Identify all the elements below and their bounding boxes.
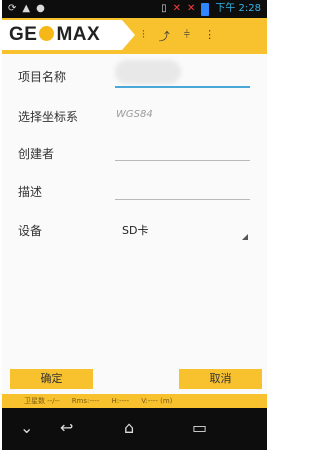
ok-button[interactable]: 确定 [10,369,93,389]
no-sim-icon: ✕ [172,3,181,14]
description-input[interactable] [115,199,250,200]
device-select[interactable]: SD卡 [122,222,148,238]
tool-2-icon[interactable]: ⤴ [159,28,170,44]
tool-4-icon[interactable]: ⋮ [204,28,215,44]
project-name-label: 项目名称 [18,70,67,84]
gnss-status-strip: 卫星数 --/-- Rms:---- H:---- V:---- (m) [2,394,267,408]
tool-3-icon[interactable]: ⫩ [184,28,190,44]
sync-icon: ⟳ [8,3,17,14]
h-value: H:---- [111,397,130,405]
battery-icon [201,2,210,16]
status-time: 下午 2:28 [215,3,261,14]
project-name-underline [115,86,250,88]
logo-text-left: GE [9,24,38,45]
chat-icon: ● [36,3,45,14]
status-bar: ⟳ ▲ ● ▯ ✕ ✕ 下午 2:28 [2,0,267,18]
app-frame: ⟳ ▲ ● ▯ ✕ ✕ 下午 2:28 GE MAX ⫶ ⤴ ⫩ ⋮ 项目名称 选… [2,0,267,450]
no-signal-icon: ✕ [186,3,196,14]
description-label: 描述 [18,185,43,199]
app-header: GE MAX ⫶ ⤴ ⫩ ⋮ [2,18,267,54]
coord-system-label: 选择坐标系 [18,110,79,124]
project-name-input[interactable] [115,60,181,84]
rms-value: Rms:---- [71,397,100,405]
satellite-count: 卫星数 --/-- [24,397,60,405]
tool-1-icon[interactable]: ⫶ [142,28,145,44]
logo-dot [39,26,55,41]
back-icon[interactable]: ↩ [60,418,73,437]
nav-bar: ⌄ ↩ ⌂ ▭ [2,408,267,450]
dropdown-arrow-icon[interactable] [242,234,248,240]
home-icon[interactable]: ⌂ [124,418,134,437]
cancel-button[interactable]: 取消 [179,369,262,389]
warning-icon: ▲ [22,3,31,14]
v-value: V:---- (m) [141,397,173,405]
geomax-logo: GE MAX [9,24,100,46]
creator-input[interactable] [115,160,250,161]
logo-container: GE MAX [2,20,135,50]
logo-text-right: MAX [56,24,101,45]
toolbar-icons: ⫶ ⤴ ⫩ ⋮ [142,28,215,44]
recents-icon[interactable]: ▭ [192,418,207,437]
device-label: 设备 [18,224,43,238]
hide-keyboard-icon[interactable]: ⌄ [20,418,33,437]
creator-label: 创建者 [18,147,55,161]
coord-system-value[interactable]: WGS84 [116,109,153,120]
vibrate-icon: ▯ [161,3,167,14]
